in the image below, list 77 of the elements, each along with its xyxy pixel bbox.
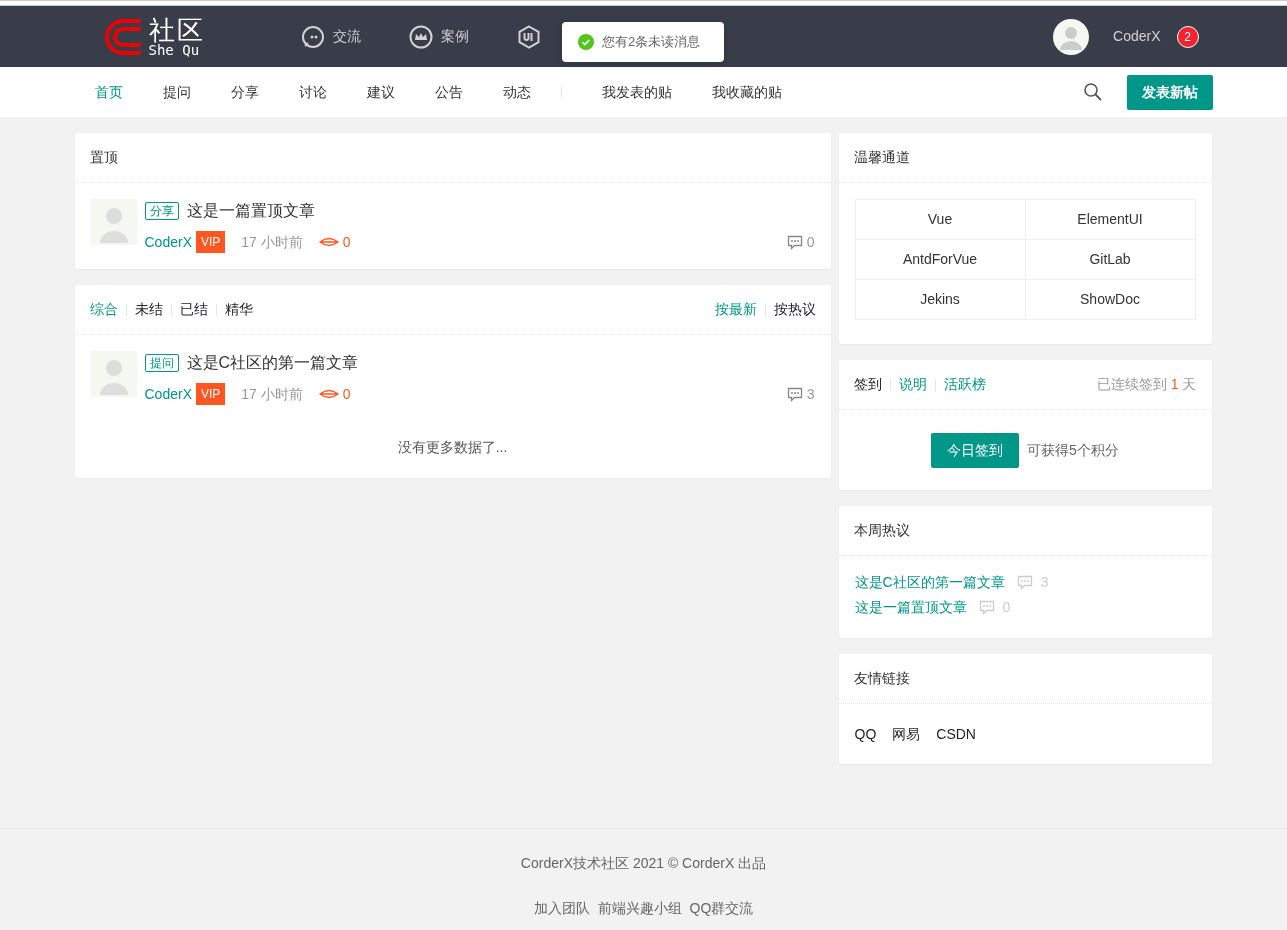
reward-text: 可获得5个积分 (1027, 440, 1119, 460)
eye-icon (318, 388, 339, 400)
logo-subtitle: She Qu (148, 42, 201, 57)
streak-text: 已连续签到 1 天 (1096, 375, 1197, 394)
filter-tab[interactable]: 签到 (853, 374, 882, 395)
filter-tab[interactable]: 精华 (224, 299, 253, 320)
new-post-button[interactable]: 发表新帖 (1126, 74, 1213, 110)
nav-tab[interactable]: 建议 (366, 81, 395, 103)
comment-icon (978, 600, 995, 615)
comment-icon (786, 234, 803, 250)
nav-tab[interactable]: 提问 (162, 81, 191, 103)
filter-tab[interactable]: 按最新 (714, 299, 757, 320)
toast-message: 您有2条未读消息 (602, 33, 701, 52)
nav-tab[interactable]: 公告 (434, 81, 463, 103)
footer-link[interactable]: 加入团队 (533, 898, 590, 919)
avatar-icon (90, 199, 137, 245)
panel-title: 友情链接 (853, 669, 910, 688)
nav-tab[interactable]: 讨论 (298, 81, 327, 103)
logo-title: 社区 (148, 16, 205, 43)
author-link[interactable]: CoderX (144, 383, 192, 405)
comment-count: 3 (806, 384, 815, 404)
vip-badge: VIP (195, 231, 226, 253)
post-time: 17 小时前 (241, 384, 303, 404)
view-count: 0 (342, 232, 351, 252)
nav-tab[interactable]: 动态 (502, 81, 531, 103)
author-link[interactable]: CoderX (144, 231, 192, 253)
footer-link[interactable]: 前端兴趣小组 (597, 898, 682, 919)
filter-tab[interactable]: 说明 (898, 374, 927, 395)
friend-link[interactable]: CSDN (936, 723, 976, 745)
end-of-list-text: 没有更多数据了... (397, 439, 508, 455)
hot-post-link[interactable]: 这是C社区的第一篇文章 (854, 572, 1005, 593)
nav-link[interactable]: 案例 (440, 26, 469, 47)
filter-tab[interactable]: 未结 (134, 299, 163, 320)
nav-link[interactable]: 我发表的贴 (601, 81, 672, 103)
nav-tab[interactable]: 首页 (94, 81, 123, 103)
copyright-text: CorderX技术社区 2021 © CorderX 出品 (520, 855, 767, 871)
comment-count: 0 (806, 232, 815, 252)
panel-title: 温馨通道 (853, 148, 910, 167)
chat-icon (300, 24, 325, 49)
unread-count: 2 (1176, 25, 1199, 48)
filter-tab[interactable]: 综合 (89, 299, 118, 320)
post-title[interactable]: 这是C社区的第一篇文章 (186, 351, 359, 375)
username[interactable]: CoderX (1113, 26, 1161, 47)
channel-link[interactable]: Jekins (855, 280, 1026, 320)
hot-post-link[interactable]: 这是一篇置顶文章 (854, 597, 967, 618)
footer-link[interactable]: QQ群交流 (689, 898, 754, 919)
panel-title: 置顶 (89, 148, 118, 167)
panel-title: 本周热议 (853, 521, 910, 540)
category-tag: 提问 (144, 354, 179, 372)
nav-tab[interactable]: 分享 (230, 81, 259, 103)
friend-link[interactable]: QQ (854, 723, 877, 745)
hexagon-icon (516, 24, 541, 49)
channel-link[interactable]: GitLab (1025, 240, 1196, 280)
channel-link[interactable]: ShowDoc (1025, 280, 1196, 320)
filter-tab[interactable]: 已结 (179, 299, 208, 320)
friend-link[interactable]: 网易 (892, 723, 921, 745)
filter-tab[interactable]: 按热议 (773, 299, 816, 320)
search-icon[interactable] (1082, 82, 1103, 102)
avatar-icon (90, 351, 137, 397)
view-count: 0 (342, 384, 351, 404)
comment-icon (786, 386, 803, 402)
post-title[interactable]: 这是一篇置顶文章 (186, 199, 315, 223)
nav-link[interactable]: 我收藏的贴 (711, 81, 782, 103)
channel-link[interactable]: Vue (855, 200, 1026, 240)
success-icon (578, 34, 594, 50)
nav-link[interactable]: 交流 (332, 26, 361, 47)
signin-button[interactable]: 今日签到 (931, 432, 1020, 468)
filter-tab[interactable]: 活跃榜 (943, 374, 986, 395)
post-time: 17 小时前 (241, 232, 303, 252)
category-tag: 分享 (144, 202, 179, 220)
vip-badge: VIP (195, 383, 226, 405)
avatar-icon (1053, 18, 1090, 55)
eye-icon (318, 236, 339, 248)
channel-link[interactable]: AntdForVue (855, 240, 1026, 280)
channel-link[interactable]: ElementUI (1025, 200, 1196, 240)
comment-icon (1016, 575, 1033, 590)
crown-icon (408, 24, 433, 49)
